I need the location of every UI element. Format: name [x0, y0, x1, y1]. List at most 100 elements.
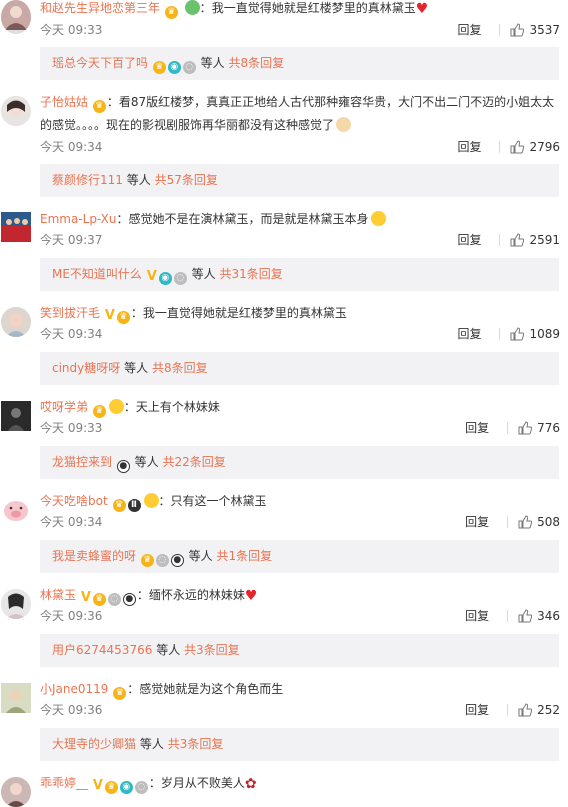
reply-summary: 龙猫控来到 ● 等人 共22条回复: [40, 446, 559, 479]
crown-badge-icon[interactable]: ♛: [112, 499, 126, 512]
avatar[interactable]: [1, 307, 31, 337]
crown-badge-icon[interactable]: ♛: [92, 593, 106, 606]
crown-badge-icon[interactable]: ♛: [164, 6, 178, 19]
reply-count-link[interactable]: 共22条回复: [163, 455, 226, 469]
username-link[interactable]: 子怡姑姑: [40, 95, 88, 109]
divider: [507, 516, 509, 528]
reply-button[interactable]: 回复: [457, 232, 481, 248]
reply-username-link[interactable]: 我是卖蜂蜜的呀: [52, 549, 136, 563]
comment-text: 看87版红楼梦，真真正正地给人古代那种雍容华贵，大门不出二门不迈的小姐太太: [118, 95, 555, 109]
username-link[interactable]: 哎呀学弟: [40, 400, 88, 414]
reply-summary: ME不知道叫什么 V ◉ ◌ 等人 共31条回复: [40, 258, 559, 291]
ring-badge-icon[interactable]: ◌: [107, 593, 121, 606]
comment-text: 我一直觉得她就是红楼梦里的真林黛玉: [142, 306, 347, 320]
reply-button[interactable]: 回复: [457, 326, 481, 342]
username-link[interactable]: 林黛玉: [40, 588, 76, 602]
camera-badge-icon[interactable]: ◉: [119, 781, 133, 794]
divider: [499, 234, 501, 246]
username-link[interactable]: 乖乖婷__: [40, 776, 88, 790]
like-count: 2591: [529, 233, 560, 247]
avatar[interactable]: [1, 212, 31, 242]
crown-badge-icon[interactable]: ♛: [104, 781, 118, 794]
like-button[interactable]: 508: [518, 514, 560, 530]
username-link[interactable]: 笑到拔汗毛: [40, 306, 100, 320]
ring-badge-icon: ◌: [182, 61, 196, 74]
avatar[interactable]: [1, 96, 31, 126]
reply-count-link[interactable]: 共57条回复: [155, 173, 218, 187]
reply-button[interactable]: 回复: [465, 702, 489, 718]
reply-button[interactable]: 回复: [465, 420, 489, 436]
comment-text: 我一直觉得她就是红楼梦里的真林黛玉: [211, 1, 416, 15]
divider: [499, 328, 501, 340]
reply-count-link[interactable]: 共1条回复: [217, 549, 273, 563]
reply-button[interactable]: 回复: [465, 514, 489, 530]
avatar[interactable]: [1, 401, 31, 431]
thumbs-up-icon: [510, 327, 525, 341]
crown-badge-icon[interactable]: ♛: [113, 687, 127, 700]
reply-button[interactable]: 回复: [457, 22, 481, 38]
comment-time: 今天 09:34: [40, 140, 103, 154]
reply-username-link[interactable]: cindy糖呀呀: [52, 361, 120, 375]
rose-emoji-icon: ✿: [244, 776, 257, 792]
panda-badge-icon[interactable]: ●: [122, 593, 136, 606]
avatar[interactable]: [1, 589, 31, 619]
like-button[interactable]: 1089: [510, 326, 560, 342]
dog-emoji-icon: [336, 117, 352, 132]
crying-emoji-icon: [370, 211, 386, 226]
like-button[interactable]: 346: [518, 608, 560, 624]
gemini-badge-icon[interactable]: Ⅱ: [127, 499, 141, 512]
reply-count-link[interactable]: 共31条回复: [219, 267, 282, 281]
like-button[interactable]: 3537: [510, 22, 560, 38]
comment-time: 今天 09:34: [40, 515, 103, 529]
thumbs-up-icon: [518, 515, 533, 529]
like-button[interactable]: 776: [518, 420, 560, 436]
username-link[interactable]: 今天吃啥bot: [40, 494, 108, 508]
reply-summary: 用户6274453766 等人 共3条回复: [40, 634, 559, 667]
vip-badge-icon[interactable]: V: [105, 309, 115, 322]
reply-username-link[interactable]: ME不知道叫什么: [52, 267, 142, 281]
username-link[interactable]: Emma-Lp-Xu: [40, 212, 117, 226]
username-link[interactable]: 小Jane0119: [40, 682, 108, 696]
reply-username-link[interactable]: 用户6274453766: [52, 643, 152, 657]
thumbs-up-icon: [510, 140, 525, 154]
like-button[interactable]: 2796: [510, 139, 560, 155]
reply-username-link[interactable]: 蔡颜修行111: [52, 173, 123, 187]
ring-badge-icon[interactable]: ◌: [134, 781, 148, 794]
avatar[interactable]: [1, 0, 31, 34]
reply-username-link[interactable]: 龙猫控来到: [52, 455, 112, 469]
thumbs-up-icon: [518, 609, 533, 623]
like-button[interactable]: 252: [518, 702, 560, 718]
comment-actions: 回复 346: [465, 608, 560, 624]
comment-text: 天上有个林妹妹: [135, 400, 220, 414]
reply-count-link[interactable]: 共3条回复: [184, 643, 240, 657]
reply-summary: 蔡颜修行111 等人 共57条回复: [40, 164, 559, 197]
crown-badge-icon[interactable]: ♛: [92, 100, 106, 113]
avatar[interactable]: [1, 683, 31, 713]
vip-badge-icon[interactable]: V: [81, 591, 91, 604]
reply-count-link[interactable]: 共3条回复: [168, 737, 224, 751]
reply-count-link[interactable]: 共8条回复: [152, 361, 208, 375]
reply-count-link[interactable]: 共8条回复: [229, 56, 285, 70]
thumbs-up-icon: [518, 421, 533, 435]
ring-badge-icon: ◌: [173, 272, 187, 285]
reply-username-link[interactable]: 瑶总今天下百了吗: [52, 56, 148, 70]
username-link[interactable]: 和赵先生异地恋第三年: [40, 1, 160, 15]
crown-badge-icon[interactable]: ♛: [92, 405, 106, 418]
panda-badge-icon: ●: [170, 554, 184, 567]
comment-time: 今天 09:36: [40, 703, 103, 717]
reply-username-link[interactable]: 大理寺的少卿猫: [52, 737, 136, 751]
comment-actions: 回复 776: [465, 420, 560, 436]
avatar[interactable]: [1, 495, 31, 525]
reply-button[interactable]: 回复: [457, 139, 481, 155]
crown-badge-icon: ♛: [140, 554, 154, 567]
like-button[interactable]: 2591: [510, 232, 560, 248]
reply-button[interactable]: 回复: [465, 608, 489, 624]
vip-badge-icon[interactable]: V: [93, 779, 103, 792]
divider: [499, 141, 501, 153]
crown-badge-icon[interactable]: ♛: [116, 311, 130, 324]
crown-badge-icon: ♛: [152, 61, 166, 74]
more-people-label: 等人: [191, 267, 216, 281]
laughing-emoji-icon: [143, 493, 159, 508]
avatar[interactable]: [1, 777, 31, 807]
more-people-label: 等人: [200, 56, 225, 70]
